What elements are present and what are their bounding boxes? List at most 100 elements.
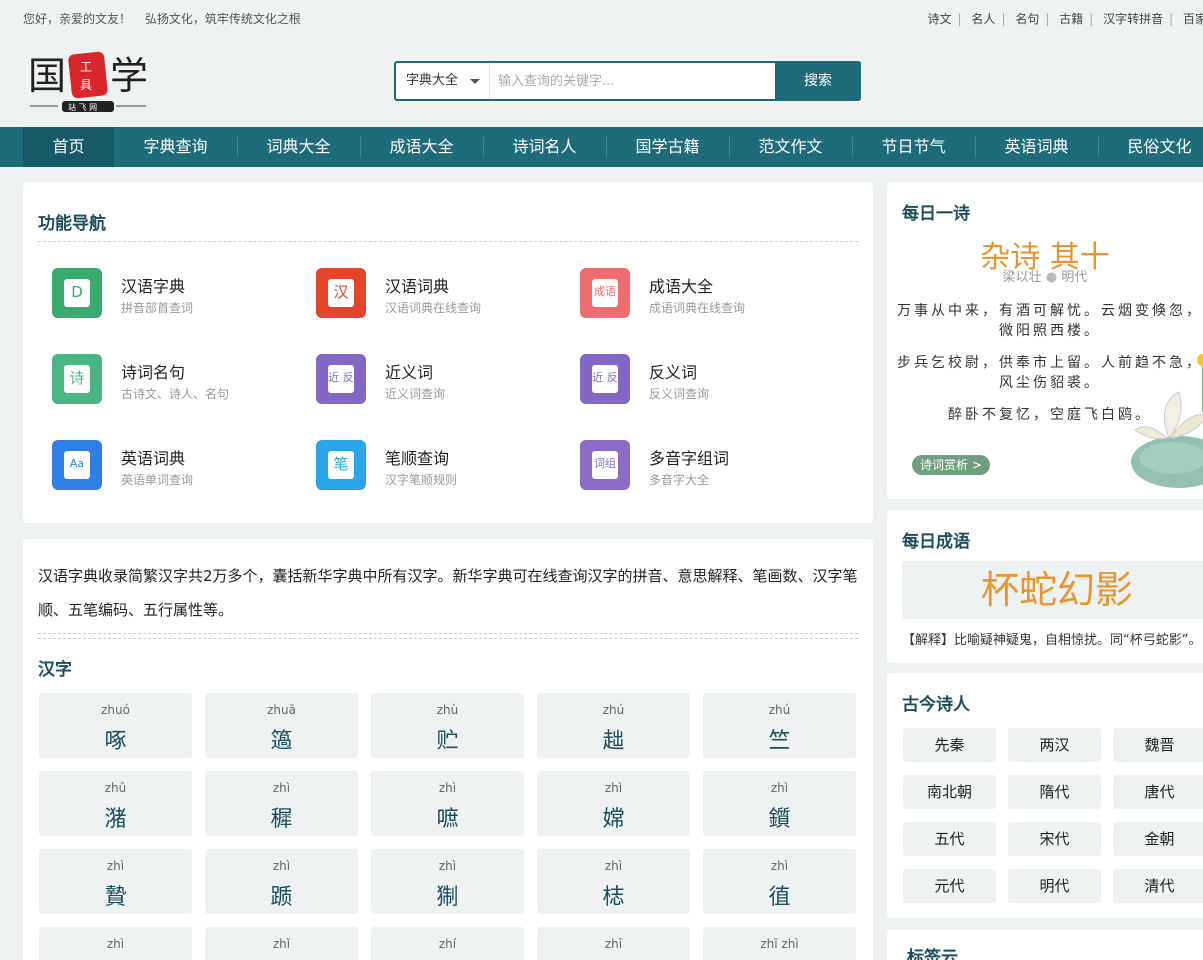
function-item[interactable]: 成语 成语大全 成语词典在线查询 bbox=[580, 268, 830, 320]
function-item[interactable]: 汉汉语词典 汉语词典在线查询 bbox=[316, 268, 566, 320]
hanzi-card[interactable]: zhuā 簻 bbox=[205, 693, 358, 758]
function-item[interactable]: 笔笔顺查询 汉字笔顺规则 bbox=[316, 440, 566, 492]
function-item-name: 笔顺查询 bbox=[385, 449, 450, 468]
function-item[interactable]: D 汉语字典 拼音部首查词 bbox=[52, 268, 302, 320]
hanzi-pinyin: zhú bbox=[768, 703, 791, 717]
hanzi-card[interactable]: zhì 鑕 bbox=[703, 771, 856, 836]
top-link-poems[interactable]: 诗文 bbox=[928, 12, 952, 26]
era-button[interactable]: 唐代 bbox=[1113, 775, 1203, 809]
hanzi-card[interactable]: zhì bbox=[39, 927, 192, 960]
top-link-baijia[interactable]: 百家 bbox=[1183, 12, 1203, 26]
top-link-famous-people[interactable]: 名人 bbox=[971, 12, 995, 26]
search-scope-label: 字典大全 bbox=[406, 73, 459, 88]
tag-cloud-panel: 标签云 bbox=[887, 930, 1203, 960]
hanzi-pinyin: zhì bbox=[272, 781, 291, 795]
era-button[interactable]: 魏晋 bbox=[1113, 728, 1203, 762]
search-button[interactable]: 搜索 bbox=[775, 61, 861, 101]
era-button[interactable]: 五代 bbox=[903, 822, 996, 856]
search-input[interactable] bbox=[490, 63, 775, 99]
hanzi-character: 梽 bbox=[602, 885, 625, 910]
hanzi-character: 踬 bbox=[270, 885, 293, 910]
hanzi-pinyin: zhì bbox=[604, 781, 623, 795]
nav-item-cidian[interactable]: 词典大全 bbox=[238, 127, 359, 167]
hanzi-pinyin: zhū bbox=[104, 781, 127, 795]
hanzi-card[interactable]: zhǐ bbox=[205, 927, 358, 960]
idiom-text[interactable]: 杯蛇幻影 bbox=[902, 561, 1203, 619]
divider bbox=[38, 638, 858, 639]
site-logo[interactable]: 国 工 具 学 站 飞 网 bbox=[28, 49, 148, 113]
era-button[interactable]: 宋代 bbox=[1008, 822, 1101, 856]
nav-item-home[interactable]: 首页 bbox=[23, 127, 114, 167]
hanzi-character: 竺 bbox=[768, 729, 791, 754]
hanzi-card[interactable]: zhū 潴 bbox=[39, 771, 192, 836]
function-item[interactable]: 近 反近义词 近义词查询 bbox=[316, 354, 566, 406]
hanzi-card[interactable]: zhú 竺 bbox=[703, 693, 856, 758]
era-button[interactable]: 金朝 bbox=[1113, 822, 1203, 856]
dictionary-intro: 汉语字典收录简繁汉字共2万多个，囊括新华字典中所有汉字。新华字典可在线查询汉字的… bbox=[38, 567, 858, 619]
function-item[interactable]: 近 反反义词 反义词查询 bbox=[580, 354, 830, 406]
hanzi-pinyin: zhì bbox=[272, 859, 291, 873]
nav-item-festivals[interactable]: 节日节气 bbox=[853, 127, 974, 167]
hanzi-card[interactable]: zhuó 啄 bbox=[39, 693, 192, 758]
era-button[interactable]: 两汉 bbox=[1008, 728, 1101, 762]
function-item-desc: 英语单词查询 bbox=[121, 473, 194, 487]
poem-line: 步兵乞校尉，供奉市上留。人前趋不急，风尘伤貂裘。 bbox=[897, 355, 1203, 391]
hanzi-card[interactable]: zhì 徝 bbox=[703, 849, 856, 914]
function-item-name: 诗词名句 bbox=[121, 363, 186, 382]
hanzi-card[interactable]: zhù 贮 bbox=[371, 693, 524, 758]
hanzi-card[interactable]: zhú 趉 bbox=[537, 693, 690, 758]
top-link-quotes[interactable]: 名句 bbox=[1015, 12, 1039, 26]
divider bbox=[38, 241, 858, 242]
nav-item-essays[interactable]: 范文作文 bbox=[730, 127, 851, 167]
dictionary-icon: D bbox=[52, 268, 102, 318]
nav-item-idioms[interactable]: 成语大全 bbox=[361, 127, 482, 167]
era-button[interactable]: 元代 bbox=[903, 869, 996, 903]
nav-item-poems[interactable]: 诗词名人 bbox=[484, 127, 605, 167]
english-icon: Aa bbox=[52, 440, 102, 490]
era-button[interactable]: 清代 bbox=[1113, 869, 1203, 903]
era-button[interactable]: 南北朝 bbox=[903, 775, 996, 809]
function-item-name: 汉语词典 bbox=[385, 277, 450, 296]
hanzi-card[interactable]: zhī bbox=[537, 927, 690, 960]
hanzi-character: 嫦 bbox=[602, 807, 625, 832]
era-button[interactable]: 隋代 bbox=[1008, 775, 1101, 809]
function-item-name: 汉语字典 bbox=[121, 277, 186, 296]
search-scope-select[interactable]: 字典大全 bbox=[396, 63, 490, 99]
function-item-desc: 汉语词典在线查询 bbox=[385, 301, 482, 315]
function-item[interactable]: 诗诗词名句 古诗文、诗人、名句 bbox=[52, 354, 302, 406]
hanzi-card[interactable]: zhì 穉 bbox=[205, 771, 358, 836]
nav-item-dictionary[interactable]: 字典查询 bbox=[115, 127, 236, 167]
svg-text:学: 学 bbox=[110, 54, 148, 98]
hanzi-card[interactable]: zhì 踬 bbox=[205, 849, 358, 914]
hanzi-character: 贄 bbox=[104, 885, 127, 910]
top-link-classics[interactable]: 古籍 bbox=[1059, 12, 1083, 26]
hanzi-character: 猘 bbox=[436, 885, 459, 910]
nav-item-folk-culture[interactable]: 民俗文化 bbox=[1099, 127, 1203, 167]
main-nav: 首页 字典查询 词典大全 成语大全 诗词名人 国学古籍 范文作文 节日节气 英语… bbox=[0, 127, 1203, 167]
daily-poem-title: 每日一诗 bbox=[902, 204, 970, 224]
hanzi-card[interactable]: zhì 猘 bbox=[371, 849, 524, 914]
function-item[interactable]: Aa 英语词典 英语单词查询 bbox=[52, 440, 302, 492]
poem-line: 醉卧不复忆，空庭飞白鸥。 bbox=[948, 407, 1152, 423]
hanzi-pinyin: zhì bbox=[438, 859, 457, 873]
poem-author-name[interactable]: 梁以壮 bbox=[1003, 270, 1042, 285]
hanzi-card[interactable]: zhì 嫦 bbox=[537, 771, 690, 836]
hanzi-pinyin: zhí bbox=[438, 937, 457, 951]
hanzi-card[interactable]: zhì 嗻 bbox=[371, 771, 524, 836]
poem-appreciation-button[interactable]: 诗词赏析 > bbox=[912, 455, 990, 475]
function-nav-panel: 功能导航 D 汉语字典 拼音部首查词汉汉语词典 汉语词典在线查询 成语 成语大全 成语词典在… bbox=[23, 182, 873, 523]
tag-cloud-title: 标签云 bbox=[907, 948, 958, 960]
hanzi-card[interactable]: zhí bbox=[371, 927, 524, 960]
hanzi-card[interactable]: zhī zhì bbox=[703, 927, 856, 960]
era-button[interactable]: 明代 bbox=[1008, 869, 1101, 903]
hanzi-character: 贮 bbox=[436, 729, 459, 754]
hanzi-card[interactable]: zhì 梽 bbox=[537, 849, 690, 914]
nav-item-classics[interactable]: 国学古籍 bbox=[607, 127, 728, 167]
era-button[interactable]: 先秦 bbox=[903, 728, 996, 762]
nav-item-english[interactable]: 英语词典 bbox=[976, 127, 1097, 167]
function-item-desc: 汉字笔顺规则 bbox=[385, 473, 458, 487]
top-link-pinyin[interactable]: 汉字转拼音 bbox=[1103, 12, 1163, 26]
daily-poem-panel: 每日一诗 杂诗 其十 梁以壮 ● 明代 万事从中来，有酒可解忧。云烟变倏忽，微阳… bbox=[887, 182, 1203, 499]
function-item[interactable]: 词组 多音字组词 多音字大全 bbox=[580, 440, 830, 492]
hanzi-card[interactable]: zhì 贄 bbox=[39, 849, 192, 914]
